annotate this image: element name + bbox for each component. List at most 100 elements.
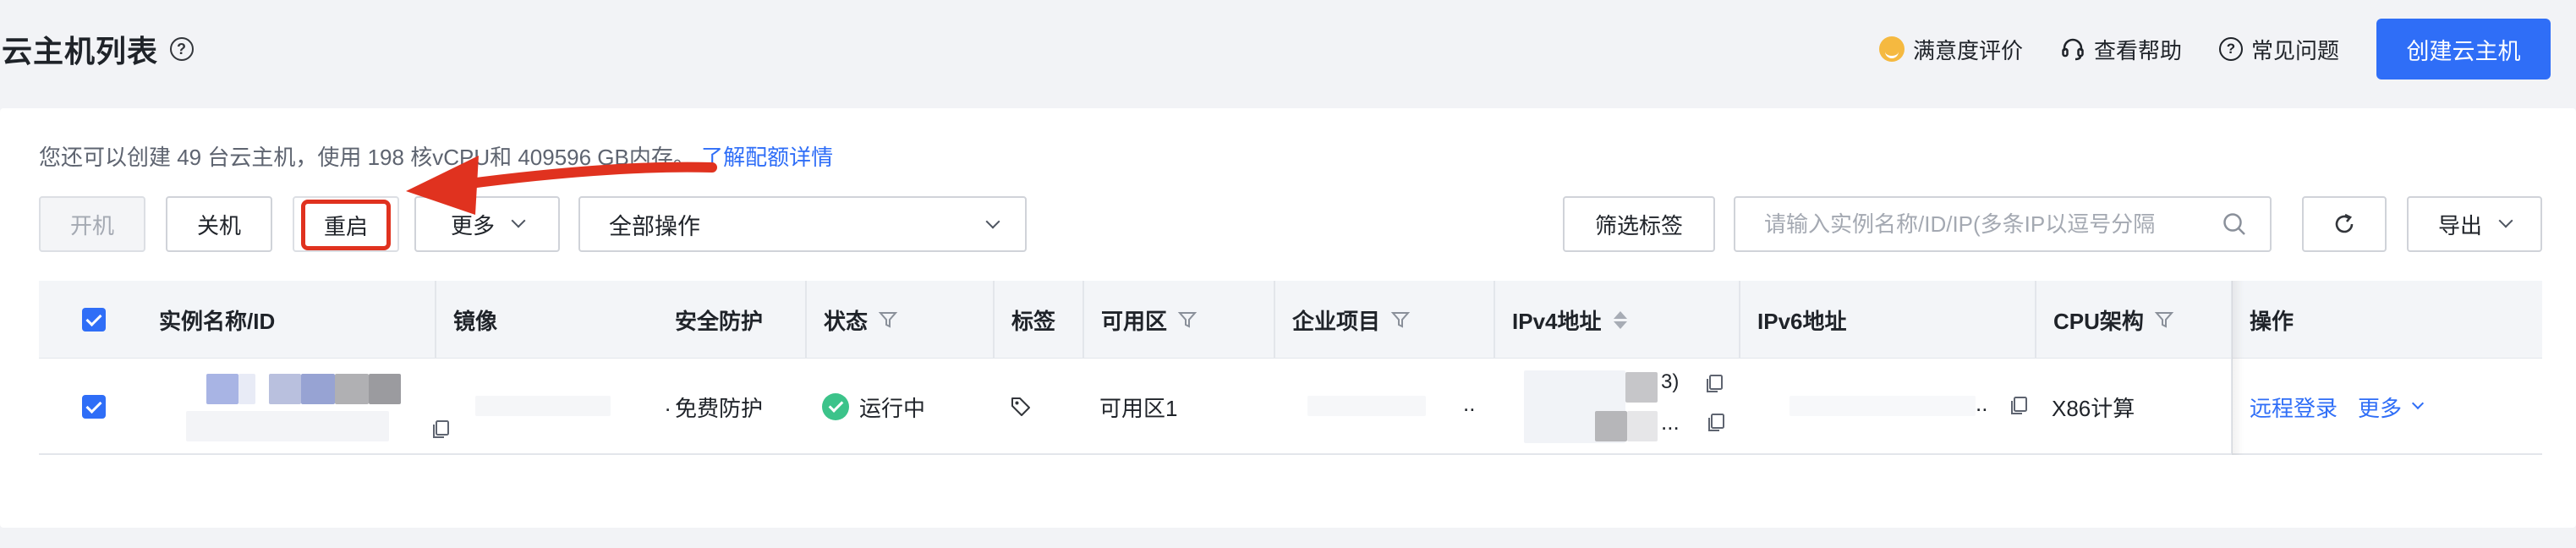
toolbar: 开机 关机 重启 更多 全部操作 筛选标签 导出 — [39, 196, 2542, 252]
faq-link[interactable]: ? 常见问题 — [2218, 34, 2339, 65]
all-actions-label: 全部操作 — [609, 213, 700, 239]
col-name: 实例名称/ID — [159, 308, 276, 334]
col-zone[interactable]: 可用区 — [1082, 281, 1274, 359]
more-label: 更多 — [450, 212, 495, 238]
refresh-icon — [2335, 213, 2354, 233]
col-ipv4[interactable]: IPv4地址 — [1494, 281, 1739, 359]
col-ipv4-label: IPv4地址 — [1512, 308, 1602, 334]
col-cpu-label: CPU架构 — [2053, 308, 2144, 334]
redacted-ipv4 — [1627, 411, 1658, 441]
power-off-button[interactable]: 关机 — [166, 196, 272, 252]
redacted-name — [335, 374, 369, 404]
table-row: . 免费防护 运行中 可用区1 .. 3) ... .. X86计算 远程登录 … — [39, 359, 2542, 455]
ipv4-line1: 3) — [1661, 370, 1680, 393]
copy-icon[interactable] — [2009, 396, 2028, 416]
row-checkbox[interactable] — [82, 395, 106, 419]
redacted-project — [1307, 396, 1426, 416]
col-project[interactable]: 企业项目 — [1274, 281, 1494, 359]
header-actions: 满意度评价 查看帮助 ? 常见问题 创建云主机 — [1878, 19, 2551, 79]
help-link[interactable]: 查看帮助 — [2060, 34, 2182, 65]
col-status[interactable]: 状态 — [805, 281, 993, 359]
headset-icon — [2060, 36, 2085, 62]
chevron-down-icon — [511, 213, 526, 228]
export-label: 导出 — [2437, 212, 2482, 238]
project-cell: .. — [1274, 359, 1494, 455]
select-all-checkbox[interactable] — [82, 308, 106, 332]
tag-icon[interactable] — [1010, 396, 1032, 418]
page-title-text: 云主机列表 — [2, 34, 159, 68]
instance-list-card: 您还可以创建 49 台云主机，使用 198 核vCPU和 409596 GB内存… — [0, 108, 2576, 528]
redacted-ipv4 — [1625, 372, 1658, 403]
filter-icon[interactable] — [1390, 310, 1411, 330]
col-tag: 标签 — [993, 281, 1082, 359]
security-cell: 免费防护 — [675, 395, 764, 421]
zone-cell: 可用区1 — [1099, 395, 1178, 421]
reboot-button[interactable]: 重启 — [301, 200, 391, 250]
col-actions: 操作 — [2250, 308, 2294, 334]
redacted-name — [369, 374, 401, 404]
all-actions-select[interactable]: 全部操作 — [578, 196, 1027, 252]
ipv6-cell: .. — [1739, 359, 2035, 455]
search-icon[interactable] — [2222, 212, 2246, 236]
col-project-label: 企业项目 — [1292, 308, 1381, 334]
filter-icon[interactable] — [1177, 310, 1198, 330]
project-text: .. — [1463, 391, 1476, 416]
chevron-down-icon — [2411, 397, 2425, 410]
satisfaction-link[interactable]: 满意度评价 — [1878, 34, 2023, 65]
filter-icon[interactable] — [2154, 310, 2174, 330]
create-instance-button[interactable]: 创建云主机 — [2376, 19, 2551, 79]
refresh-button[interactable] — [2302, 196, 2387, 252]
quota-detail-link[interactable]: 了解配额详情 — [701, 145, 833, 170]
redacted-name — [238, 374, 255, 404]
redacted-ipv6 — [1789, 396, 1976, 416]
export-dropdown[interactable]: 导出 — [2407, 196, 2542, 252]
instance-name-cell[interactable] — [134, 359, 455, 455]
search-box — [1734, 196, 2272, 252]
question-circle-icon: ? — [2218, 37, 2243, 61]
cpu-cell: X86计算 — [2052, 395, 2135, 421]
redacted-name — [301, 374, 335, 404]
col-zone-label: 可用区 — [1101, 308, 1168, 334]
actions-cell: 远程登录 更多 — [2233, 359, 2542, 455]
satisfaction-label: 满意度评价 — [1912, 37, 2023, 63]
ipv4-line2: ... — [1661, 409, 1680, 435]
chevron-down-icon — [985, 214, 1000, 229]
fixed-column-divider — [2231, 281, 2233, 455]
redacted-name — [206, 374, 238, 404]
help-label: 查看帮助 — [2093, 37, 2182, 63]
quota-info: 您还可以创建 49 台云主机，使用 198 核vCPU和 409596 GB内存… — [39, 140, 833, 172]
row-select-cell — [39, 359, 149, 455]
search-input[interactable] — [1764, 211, 2204, 238]
table-header: 实例名称/ID 镜像 安全防护 状态 标签 可用区 企业项目 IPv4地址 IP… — [39, 281, 2542, 359]
copy-icon[interactable] — [1707, 413, 1725, 433]
power-on-button[interactable]: 开机 — [39, 196, 145, 252]
status-text: 运行中 — [859, 395, 926, 421]
redacted-image — [475, 396, 611, 416]
sort-icon[interactable] — [1613, 310, 1627, 329]
copy-icon[interactable] — [1705, 374, 1724, 394]
filter-tags-button[interactable]: 筛选标签 — [1563, 196, 1715, 252]
smile-icon — [1878, 36, 1905, 62]
quota-text: 您还可以创建 49 台云主机，使用 198 核vCPU和 409596 GB内存… — [39, 145, 695, 170]
col-security: 安全防护 — [675, 308, 764, 334]
filter-icon[interactable] — [878, 310, 898, 330]
redacted-name — [269, 374, 301, 404]
status-cell: 运行中 — [805, 359, 993, 455]
more-dropdown[interactable]: 更多 — [414, 196, 560, 252]
row-more-label: 更多 — [2358, 395, 2403, 421]
tag-cell[interactable] — [993, 359, 1082, 455]
page-header: 云主机列表 ? 满意度评价 查看帮助 ? 常见问题 创建云主机 — [0, 0, 2576, 100]
page-title: 云主机列表 ? — [2, 27, 195, 71]
question-circle-icon[interactable]: ? — [170, 37, 195, 61]
running-status-icon — [822, 393, 849, 420]
faq-label: 常见问题 — [2250, 37, 2339, 63]
col-image: 镜像 — [435, 281, 658, 359]
col-ipv6: IPv6地址 — [1739, 281, 2035, 359]
row-more-dropdown[interactable]: 更多 — [2358, 392, 2425, 423]
remote-login-link[interactable]: 远程登录 — [2250, 392, 2338, 423]
col-status-label: 状态 — [824, 308, 869, 334]
redacted-id — [186, 411, 389, 441]
col-cpu[interactable]: CPU架构 — [2035, 281, 2231, 359]
chevron-down-icon — [2498, 213, 2513, 228]
ipv4-cell: 3) ... — [1494, 359, 1739, 455]
